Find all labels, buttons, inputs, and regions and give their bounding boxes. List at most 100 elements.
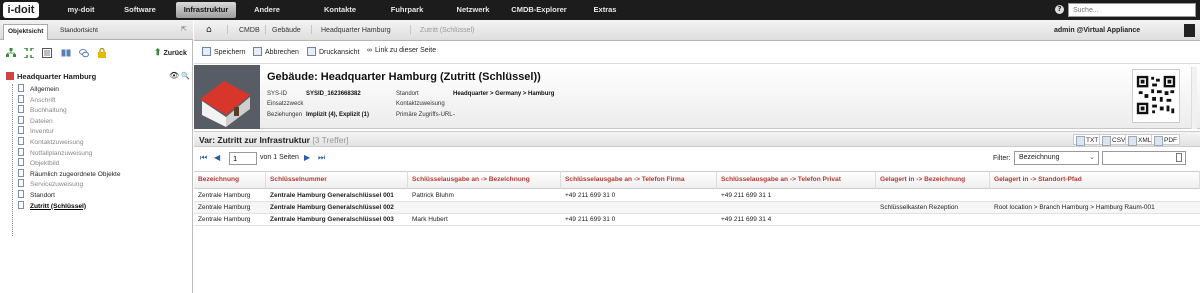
table-row[interactable]: Zentrale Hamburg Zentrale Hamburg General… <box>194 214 1200 226</box>
print-view-button[interactable]: Druckansicht <box>307 47 359 56</box>
qr-code-icon[interactable] <box>1132 69 1180 123</box>
tree-item-label: Dateien <box>30 117 53 125</box>
breadcrumb: ⌂ | CMDB | Gebäude | Headquarter Hamburg… <box>194 20 1200 41</box>
help-icon[interactable]: ? <box>1055 5 1064 14</box>
column-header[interactable]: Bezeichnung <box>194 171 266 189</box>
book-icon[interactable] <box>61 48 71 58</box>
tree-item[interactable]: Dateien <box>18 115 53 126</box>
user-info[interactable]: admin @Virtual Appliance <box>1054 20 1140 41</box>
table-cell <box>990 190 1200 202</box>
breadcrumb-gebaeude[interactable]: Gebäude <box>272 20 301 41</box>
column-header[interactable]: Gelagert in -> Standort-Pfad <box>990 171 1200 189</box>
back-label: Zurück <box>163 50 187 57</box>
zugriffs-url-value: - <box>453 112 455 118</box>
filter-select-value: Bezeichnung <box>1019 154 1060 161</box>
magnifier-icon[interactable]: 🔍 <box>181 72 190 80</box>
list-title-bar: Var: Zutritt zur Infrastruktur [3 Treffe… <box>194 131 1200 147</box>
logout-icon[interactable] <box>1184 24 1195 37</box>
list-icon[interactable] <box>42 48 52 58</box>
table-row[interactable]: Zentrale Hamburg Zentrale Hamburg General… <box>194 190 1200 202</box>
tree-item[interactable]: Servicezuweisung <box>18 179 83 189</box>
nav-andere[interactable]: Andere <box>243 0 291 20</box>
tree-item[interactable]: Zutritt (Schlüssel) <box>18 200 87 211</box>
column-header[interactable]: Gelagert in -> Bezeichnung <box>876 171 990 189</box>
home-icon[interactable]: ⌂ <box>206 25 212 35</box>
header-scrollbar[interactable] <box>1191 67 1197 129</box>
link-icon: ∞ <box>367 47 372 54</box>
document-icon <box>18 105 24 114</box>
filter-clear-icon[interactable] <box>1176 153 1182 162</box>
tree-item[interactable]: Räumlich zugeordnete Objekte <box>18 168 121 179</box>
table-row[interactable]: Zentrale Hamburg Zentrale Hamburg General… <box>194 202 1200 214</box>
document-icon <box>18 168 24 177</box>
breadcrumb-headquarter[interactable]: Headquarter Hamburg <box>321 20 391 41</box>
export-xml-button[interactable]: XML <box>1125 134 1155 146</box>
table-cell: Zentrale Hamburg Generalschlüssel 001 <box>270 192 394 199</box>
tree-item[interactable]: Notfallplanzuweisung <box>18 147 92 158</box>
left-toolbar: ⬆ Zurück <box>0 45 193 61</box>
document-icon <box>18 158 24 167</box>
top-navigation-bar: i-doit my-doit Software Infrastruktur An… <box>0 0 1200 20</box>
expand-all-icon[interactable] <box>24 48 34 58</box>
search-input[interactable] <box>1068 3 1196 17</box>
standort-value[interactable]: Headquarter > Germany > Hamburg <box>453 91 554 97</box>
print-label: Druckansicht <box>319 49 360 56</box>
nav-infrastruktur[interactable]: Infrastruktur <box>176 2 236 18</box>
nav-software[interactable]: Software <box>112 0 168 20</box>
column-header[interactable]: Schlüsselausgabe an -> Telefon Firma <box>561 171 717 189</box>
document-icon <box>18 94 24 103</box>
tree-item-label: Inventur <box>30 128 54 136</box>
lock-icon[interactable] <box>97 48 107 58</box>
view-icon[interactable]: 👁 <box>169 71 179 80</box>
first-page-icon[interactable]: ⏮ <box>200 153 207 163</box>
export-csv-button[interactable]: CSV <box>1099 134 1129 146</box>
tab-objektsicht[interactable]: Objektsicht <box>3 24 49 40</box>
nav-cmdb-explorer[interactable]: CMDB-Explorer <box>505 0 573 20</box>
back-button[interactable]: ⬆ Zurück <box>154 47 187 58</box>
table-cell <box>717 202 876 214</box>
column-header[interactable]: Schlüsselausgabe an -> Telefon Privat <box>717 171 876 189</box>
column-header[interactable]: Schlüsselnummer <box>266 171 408 189</box>
breadcrumb-separator: | <box>310 25 314 35</box>
object-header: Gebäude: Headquarter Hamburg (Zutritt (S… <box>194 65 1200 129</box>
tree-view-icon[interactable] <box>6 48 16 58</box>
link-to-page-button[interactable]: ∞ Link zu dieser Seite <box>367 47 436 54</box>
tree-item[interactable]: Standort <box>18 190 55 200</box>
nav-kontakte[interactable]: Kontakte <box>312 0 368 20</box>
tree-root-headquarter[interactable]: Headquarter Hamburg <box>6 72 96 81</box>
export-pdf-button[interactable]: PDF <box>1151 134 1180 146</box>
filter-input[interactable] <box>1102 151 1186 165</box>
last-page-icon[interactable]: ⏭ <box>318 153 325 163</box>
breadcrumb-cmdb[interactable]: CMDB <box>239 20 260 41</box>
prev-page-icon[interactable]: ◀ <box>214 153 220 162</box>
filter-select[interactable]: Bezeichnung ⌄ <box>1014 151 1099 165</box>
save-button[interactable]: Speichern <box>202 47 246 56</box>
nav-my-doit[interactable]: my-doit <box>50 0 112 20</box>
tree-item[interactable]: Objektbild <box>18 158 59 168</box>
idoit-logo[interactable]: i-doit <box>3 2 39 18</box>
save-label: Speichern <box>214 49 246 56</box>
tree-item[interactable]: Buchhaltung <box>18 105 67 115</box>
page-count: von 1 Seiten <box>260 154 299 161</box>
export-txt-button[interactable]: TXT <box>1073 134 1102 146</box>
nav-fuhrpark[interactable]: Fuhrpark <box>382 0 432 20</box>
cancel-button[interactable]: Abbrechen <box>253 47 299 56</box>
breadcrumb-separator: | <box>409 25 413 35</box>
next-page-icon[interactable]: ▶ <box>304 153 310 162</box>
tab-standortsicht[interactable]: Standortsicht <box>56 24 102 40</box>
comments-icon[interactable] <box>79 48 89 58</box>
pager: ⏮ ◀ von 1 Seiten ▶ ⏭ Filter: Bezeichnung… <box>194 149 1200 169</box>
tree-item[interactable]: Kontaktzuweisung <box>18 137 84 147</box>
tree-item[interactable]: Inventur <box>18 126 54 136</box>
nav-netzwerk[interactable]: Netzwerk <box>448 0 498 20</box>
tree-item[interactable]: Allgemein <box>18 84 59 94</box>
column-header[interactable]: Schlüsselausgabe an -> Bezeichnung <box>408 171 561 189</box>
tree-item-label: Zutritt (Schlüssel) <box>30 202 87 210</box>
tree-item-label: Allgemein <box>30 86 59 93</box>
tree-item[interactable]: Anschrift <box>18 94 56 105</box>
page-number-input[interactable] <box>229 152 257 165</box>
nav-extras[interactable]: Extras <box>585 0 625 20</box>
expand-panel-icon[interactable]: ⇱ <box>181 25 187 33</box>
table-cell: Zentrale Hamburg Generalschlüssel 002 <box>270 204 394 211</box>
table-cell: +49 211 699 31 4 <box>721 216 772 223</box>
